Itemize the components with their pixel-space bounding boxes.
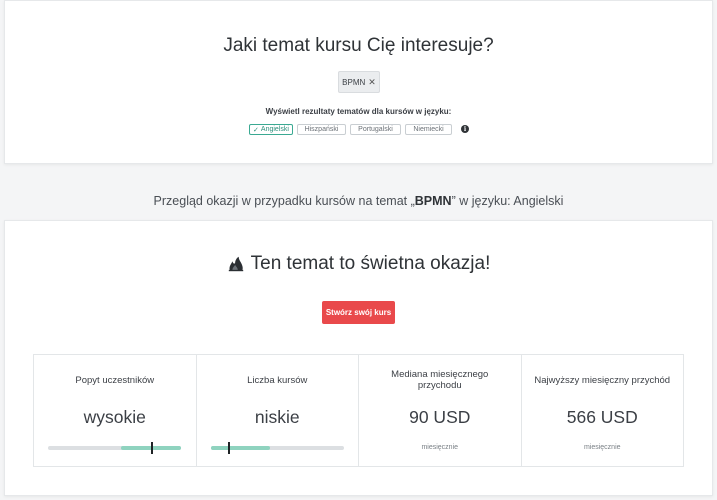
stat-label: Mediana miesięcznego przychodu — [391, 369, 489, 391]
language-option-label: Niemiecki — [413, 126, 444, 133]
page-title: Jaki temat kursu Cię interesuje? — [223, 35, 494, 56]
stat-label: Liczba kursów — [247, 375, 308, 386]
stats-table: Popyt uczestników wysokie Liczba kursów … — [33, 354, 684, 467]
stat-sub: miesięcznie — [421, 444, 459, 451]
gauge-fill — [210, 446, 271, 450]
language-option-niemiecki[interactable]: Niemiecki — [405, 124, 452, 135]
course-count-gauge — [210, 442, 344, 454]
stat-max-revenue: Najwyższy miesięczny przychód 566 USD mi… — [522, 355, 684, 466]
info-icon[interactable]: i — [461, 125, 469, 133]
stat-value: 90 USD — [409, 407, 471, 427]
language-option-label: Hiszpański — [304, 126, 339, 133]
opportunity-title: Ten temat to świetna okazja! — [250, 253, 491, 274]
check-icon: ✓ — [253, 126, 259, 134]
stat-sub: miesięcznie — [583, 444, 621, 451]
overview-prefix: Przegląd okazji w przypadku kursów na te… — [153, 194, 415, 208]
language-option-portugalski[interactable]: Portugalski — [350, 124, 401, 135]
gauge-marker — [228, 442, 231, 454]
gauge-marker — [150, 442, 153, 454]
topic-chip-bpmn[interactable]: BPMN ✕ — [338, 71, 380, 93]
overview-topic: BPMN — [414, 194, 452, 208]
overview-heading: Przegląd okazji w przypadku kursów na te… — [0, 194, 717, 208]
language-option-label: Portugalski — [358, 126, 393, 133]
stat-course-count: Liczba kursów niskie — [197, 355, 359, 466]
opportunity-card: Ten temat to świetna okazja! Stwórz swój… — [4, 220, 713, 496]
stat-value: wysokie — [83, 407, 146, 427]
stat-value: 566 USD — [566, 407, 638, 427]
stat-label: Najwyższy miesięczny przychód — [534, 375, 671, 386]
fire-icon — [228, 256, 243, 272]
opportunity-title-row: Ten temat to świetna okazja! — [5, 253, 712, 275]
demand-gauge — [48, 442, 181, 454]
stat-label: Popyt uczestników — [75, 375, 155, 386]
create-course-button[interactable]: Stwórz swój kurs — [322, 301, 395, 324]
language-filter-label: Wyświetl rezultaty tematów dla kursów w … — [265, 107, 452, 116]
close-icon[interactable]: ✕ — [368, 77, 376, 88]
language-option-label: Angielski — [260, 126, 289, 133]
language-option-angielski[interactable]: ✓ Angielski — [249, 124, 293, 135]
topic-chip-label: BPMN — [342, 77, 366, 87]
overview-suffix: ” w języku: Angielski — [451, 194, 564, 208]
language-option-hiszpanski[interactable]: Hiszpański — [297, 124, 346, 135]
stat-median-revenue: Mediana miesięcznego przychodu 90 USD mi… — [359, 355, 522, 466]
stat-value: niskie — [254, 407, 300, 427]
stat-demand: Popyt uczestników wysokie — [34, 355, 197, 466]
topic-search-card: Jaki temat kursu Cię interesuje? BPMN ✕ … — [4, 0, 713, 164]
